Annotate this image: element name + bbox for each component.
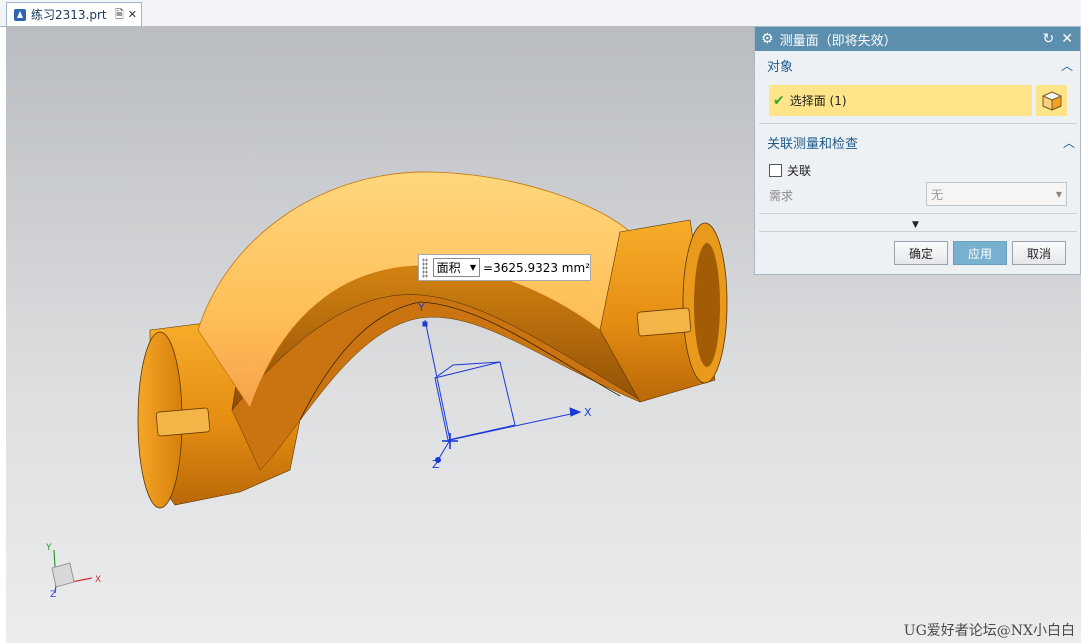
measure-type-dropdown[interactable]: 面积 ▼ [432, 258, 481, 277]
csys-z-label: Z [432, 458, 440, 471]
assoc-checkbox-label: 关联 [787, 164, 812, 178]
document-tab[interactable]: 练习2313.prt 🗎 ✕ [6, 2, 142, 26]
triad-x-label: X [95, 575, 101, 585]
measure-face-dialog: ⚙ 测量面（即将失效） ↻ ✕ 对象 ︿ ✔ 选择面 (1) 关联测量和检查 ︿… [754, 26, 1081, 275]
view-triad-icon [51, 549, 93, 594]
nx-part-file-icon [14, 8, 26, 21]
checkmark-icon: ✔ [773, 92, 785, 109]
chevron-down-icon: ▼ [469, 263, 477, 272]
assoc-checkbox-row[interactable]: 关联 [769, 162, 811, 179]
csys-y-label: Y [417, 301, 425, 314]
object-section-header[interactable]: 对象 ︿ [755, 51, 1080, 79]
drag-grip-icon[interactable] [422, 257, 428, 278]
measure-type-value: 面积 [436, 261, 461, 275]
assoc-section-header[interactable]: 关联测量和检查 ︿ [755, 128, 1081, 156]
expand-more-icon[interactable]: ▼ [912, 220, 919, 230]
reset-icon[interactable]: ↻ [1043, 31, 1055, 47]
csys-x-label: X [584, 406, 592, 419]
assoc-checkbox[interactable] [769, 164, 782, 177]
assoc-section-label: 关联测量和检查 [767, 136, 859, 152]
apply-button[interactable]: 应用 [953, 241, 1007, 265]
tab-modified-icon: 🗎 [114, 8, 124, 21]
gear-icon: ⚙ [761, 31, 774, 47]
triad-y-label: Y [45, 543, 52, 553]
face-selection-button[interactable] [1036, 85, 1067, 116]
select-face-row[interactable]: ✔ 选择面 (1) [769, 85, 1032, 116]
ok-button[interactable]: 确定 [894, 241, 948, 265]
chevron-up-icon[interactable]: ︿ [1061, 57, 1073, 74]
dialog-title-bar: ⚙ 测量面（即将失效） ↻ ✕ [755, 27, 1080, 51]
object-section-label: 对象 [767, 59, 794, 75]
requirement-value: 无 [931, 187, 944, 202]
cancel-button[interactable]: 取消 [1012, 241, 1066, 265]
watermark-text: UG爱好者论坛@NX小白白 [903, 623, 1075, 639]
chevron-up-icon[interactable]: ︿ [1063, 134, 1075, 151]
section-divider [759, 213, 1077, 214]
select-face-label: 选择面 (1) [789, 94, 847, 108]
tab-title: 练习2313.prt [31, 8, 107, 22]
close-icon[interactable]: ✕ [1061, 31, 1073, 47]
section-divider [759, 123, 1077, 124]
dialog-title: 测量面（即将失效） [779, 33, 897, 49]
tab-close-icon[interactable]: ✕ [128, 9, 137, 20]
requirement-label: 需求 [769, 189, 794, 203]
measure-area-value: =3625.9323 mm² [483, 260, 590, 275]
requirement-dropdown[interactable]: 无 ▼ [926, 182, 1067, 206]
chevron-down-icon: ▼ [1055, 189, 1062, 199]
triad-z-label: Z [50, 590, 56, 600]
cube-icon [1042, 90, 1061, 111]
document-tab-bar: 练习2313.prt 🗎 ✕ [0, 0, 1081, 27]
measure-result-label[interactable]: 面积 ▼ =3625.9323 mm² [418, 254, 591, 281]
section-divider [759, 231, 1077, 232]
